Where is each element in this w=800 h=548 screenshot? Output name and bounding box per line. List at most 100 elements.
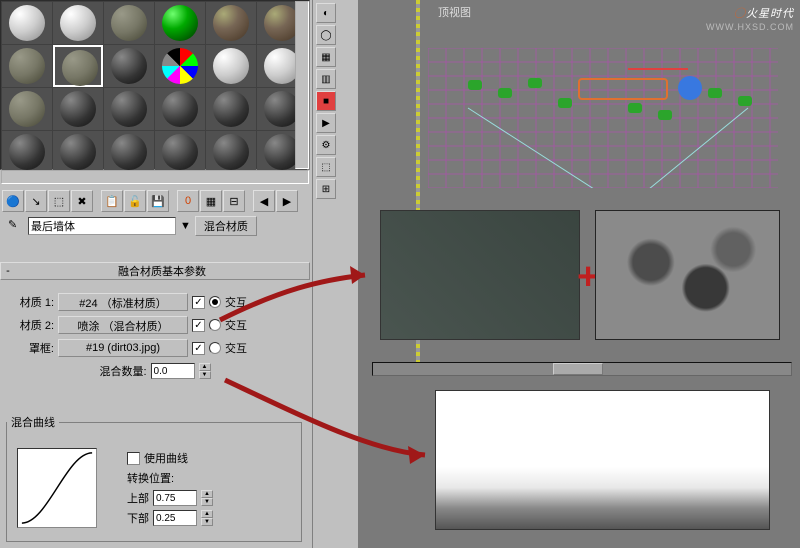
scene-object-box [578, 78, 668, 100]
spinner-down-icon[interactable]: ▼ [201, 498, 213, 506]
mask-row: 罩框: #19 (dirt03.jpg) 交互 [8, 339, 302, 357]
lower-input[interactable] [153, 510, 197, 526]
options-icon[interactable]: ⚙ [316, 135, 336, 155]
reset-map-icon[interactable]: ✖ [71, 190, 93, 212]
material-slot[interactable] [2, 88, 52, 130]
mat1-radio-label: 交互 [225, 294, 247, 310]
mask-interactive-radio[interactable] [209, 342, 221, 354]
material-name-input[interactable] [28, 217, 176, 235]
mat2-enable-checkbox[interactable] [192, 319, 205, 332]
foliage-object [628, 103, 642, 113]
transition-label: 转换位置: [127, 470, 174, 486]
foliage-object [468, 80, 482, 90]
material-slot[interactable] [104, 2, 154, 44]
watermark: ◯火星时代 WWW.HXSD.COM [706, 4, 794, 32]
spinner-up-icon[interactable]: ▲ [199, 363, 211, 371]
blend-params-area: 材质 1: #24 （标准材质） 交互 材质 2: 喷涂 （混合材质） 交互 罩… [0, 282, 310, 385]
material-slot[interactable] [53, 2, 103, 44]
mat2-radio-label: 交互 [225, 317, 247, 333]
video-color-icon[interactable]: ■ [316, 91, 336, 111]
material-slot[interactable] [104, 45, 154, 87]
background-icon[interactable]: ▦ [316, 47, 336, 67]
go-parent-icon[interactable]: ◀ [253, 190, 275, 212]
mat1-label: 材质 1: [8, 294, 54, 310]
material-slot[interactable] [2, 2, 52, 44]
mat1-interactive-radio[interactable] [209, 296, 221, 308]
put-to-scene-icon[interactable]: ↘ [25, 190, 47, 212]
material-2-row: 材质 2: 喷涂 （混合材质） 交互 [8, 316, 302, 334]
texture-preview-mask [435, 390, 770, 530]
material-slot[interactable] [155, 2, 205, 44]
spinner-up-icon[interactable]: ▲ [201, 490, 213, 498]
use-curve-checkbox[interactable] [127, 452, 140, 465]
curve-preview [17, 448, 97, 528]
material-editor-panel: ◐ ◯ ▦ ▥ ■ ▶ ⚙ ⬚ ⊞ 🔵 ↘ ⬚ ✖ 📋 🔓 💾 0 ▦ ⊟ ◀ … [0, 0, 358, 548]
use-curve-label: 使用曲线 [144, 450, 188, 466]
material-slots-area [0, 0, 310, 170]
material-map-nav-icon[interactable]: ⊞ [316, 179, 336, 199]
material-slot[interactable] [104, 131, 154, 173]
material-slot-selected[interactable] [53, 45, 103, 87]
material-slot[interactable] [53, 88, 103, 130]
upper-input[interactable] [153, 490, 197, 506]
sample-type-icon[interactable]: ◐ [316, 3, 336, 23]
material-slot[interactable] [2, 45, 52, 87]
mask-radio-label: 交互 [225, 340, 247, 356]
spinner-down-icon[interactable]: ▼ [199, 371, 211, 379]
put-to-lib-icon[interactable]: 💾 [147, 190, 169, 212]
slots-scroll-vertical[interactable] [295, 1, 309, 169]
assign-to-sel-icon[interactable]: ⬚ [48, 190, 70, 212]
slots-scroll-horizontal[interactable] [1, 170, 309, 184]
material-slot[interactable] [206, 131, 256, 173]
select-by-mat-icon[interactable]: ⬚ [316, 157, 336, 177]
mat2-interactive-radio[interactable] [209, 319, 221, 331]
backlight-icon[interactable]: ◯ [316, 25, 336, 45]
material-slot[interactable] [155, 88, 205, 130]
sample-uv-icon[interactable]: ▥ [316, 69, 336, 89]
get-material-icon[interactable]: 🔵 [2, 190, 24, 212]
make-preview-icon[interactable]: ▶ [316, 113, 336, 133]
mixing-curve-group: 混合曲线 使用曲线 转换位置: 上部 ▲▼ 下部 ▲▼ [6, 414, 302, 542]
material-type-button[interactable]: 混合材质 [195, 216, 257, 236]
scene-object-sphere [678, 76, 702, 100]
make-unique-icon[interactable]: 🔓 [124, 190, 146, 212]
spinner-down-icon[interactable]: ▼ [201, 518, 213, 526]
mix-amount-input[interactable] [151, 363, 195, 379]
go-forward-icon[interactable]: ▶ [276, 190, 298, 212]
timeline-slider[interactable] [372, 362, 792, 376]
mat2-slot-button[interactable]: 喷涂 （混合材质） [58, 316, 188, 334]
material-slot[interactable] [53, 131, 103, 173]
show-end-icon[interactable]: ⊟ [223, 190, 245, 212]
show-in-vp-icon[interactable]: ▦ [200, 190, 222, 212]
spinner-up-icon[interactable]: ▲ [201, 510, 213, 518]
material-slot[interactable] [206, 2, 256, 44]
mat1-slot-button[interactable]: #24 （标准材质） [58, 293, 188, 311]
material-slot[interactable] [206, 45, 256, 87]
material-1-row: 材质 1: #24 （标准材质） 交互 [8, 293, 302, 311]
make-copy-icon[interactable]: 📋 [101, 190, 123, 212]
material-slot[interactable] [155, 45, 205, 87]
mask-enable-checkbox[interactable] [192, 342, 205, 355]
foliage-object [708, 88, 722, 98]
material-toolbar: 🔵 ↘ ⬚ ✖ 📋 🔓 💾 0 ▦ ⊟ ◀ ▶ ✎ ▼ 混合材质 [0, 188, 310, 236]
material-slot[interactable] [155, 131, 205, 173]
material-slot[interactable] [104, 88, 154, 130]
watermark-url: WWW.HXSD.COM [706, 22, 794, 32]
mask-label: 罩框: [8, 340, 54, 356]
dropdown-arrow-icon[interactable]: ▼ [180, 220, 191, 232]
mask-slot-button[interactable]: #19 (dirt03.jpg) [58, 339, 188, 357]
mat1-enable-checkbox[interactable] [192, 296, 205, 309]
mix-amount-row: 混合数量: ▲ ▼ [8, 363, 302, 379]
pick-material-icon[interactable]: ✎ [8, 218, 24, 234]
foliage-object [738, 96, 752, 106]
foliage-object [558, 98, 572, 108]
top-viewport-content[interactable] [428, 48, 778, 188]
material-slot[interactable] [2, 131, 52, 173]
mat-id-icon[interactable]: 0 [177, 190, 199, 212]
rollout-title: 融合材质基本参数 [15, 263, 309, 279]
lower-label: 下部 [127, 510, 149, 526]
viewport-label: 顶视图 [438, 4, 471, 20]
material-slot[interactable] [206, 88, 256, 130]
timeline-thumb[interactable] [553, 363, 603, 375]
rollout-header[interactable]: - 融合材质基本参数 [0, 262, 310, 280]
